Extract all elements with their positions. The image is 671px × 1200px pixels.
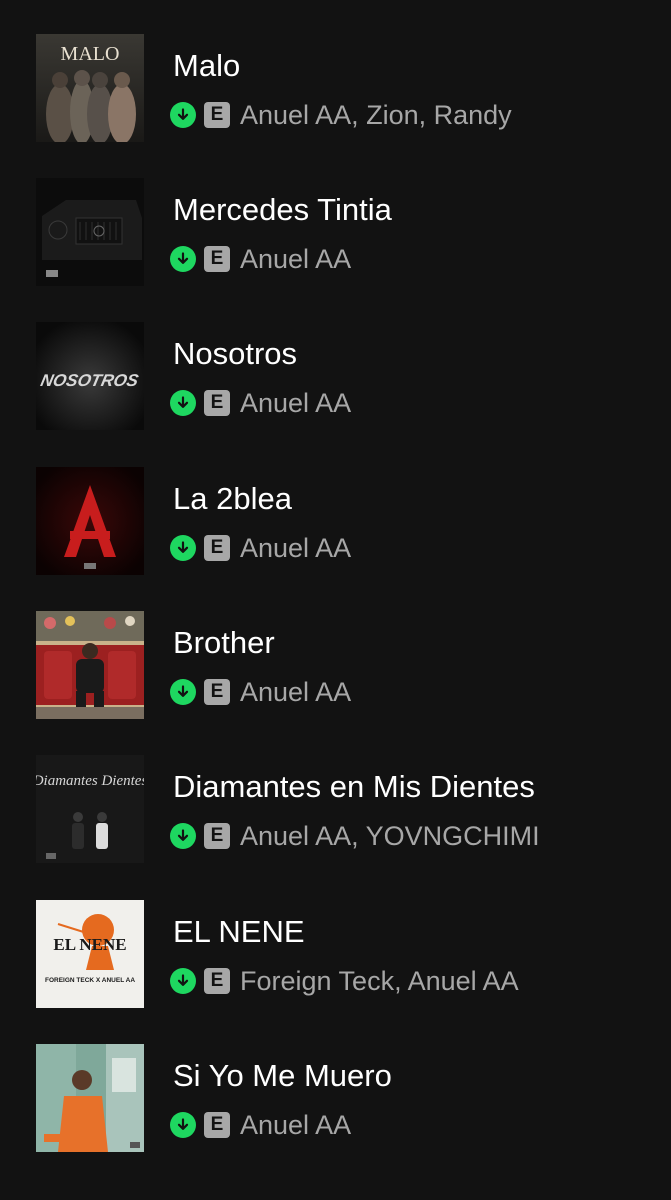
download-arrow-icon: [170, 679, 196, 705]
cover-subtitle: FOREIGN TECK X ANUEL AA: [45, 977, 135, 984]
download-arrow-icon: [170, 102, 196, 128]
track-meta: E Anuel AA: [170, 533, 351, 563]
album-cover: NOSOTROS: [36, 322, 144, 430]
track-meta: E Anuel AA: [170, 388, 351, 418]
cover-title: EL NENE: [53, 935, 126, 954]
track-meta: E Anuel AA: [170, 1110, 351, 1140]
track-title: Malo: [173, 48, 241, 83]
download-arrow-icon: [170, 390, 196, 416]
track-meta: E Anuel AA, Zion, Randy: [170, 100, 512, 130]
explicit-badge: E: [204, 390, 230, 416]
explicit-badge: E: [204, 968, 230, 994]
cover-title: NOSOTROS: [39, 370, 141, 390]
album-cover: MALO: [36, 34, 144, 142]
track-meta: E Anuel AA, YOVNGCHIMI: [170, 821, 540, 851]
download-arrow-icon: [170, 246, 196, 272]
download-arrow-icon: [170, 968, 196, 994]
track-artists: Foreign Teck, Anuel AA: [240, 966, 519, 996]
album-cover: [36, 611, 144, 719]
track-row[interactable]: NOSOTROS Nosotros E Anuel AA: [0, 322, 671, 466]
track-artists: Anuel AA, YOVNGCHIMI: [240, 821, 540, 851]
track-title: Mercedes Tintia: [173, 192, 392, 227]
track-artists: Anuel AA: [240, 1110, 352, 1140]
track-meta: E Anuel AA: [170, 677, 351, 707]
track-artists: Anuel AA: [240, 677, 352, 707]
download-arrow-icon: [170, 1112, 196, 1138]
track-title: Si Yo Me Muero: [173, 1058, 392, 1093]
explicit-badge: E: [204, 823, 230, 849]
track-artists: Anuel AA: [240, 244, 352, 274]
track-row[interactable]: Mercedes Tintia E Anuel AA: [0, 178, 671, 322]
track-list: MALO Malo E Anuel AA, Zion, Randy Merced…: [0, 0, 671, 1200]
track-artists: Anuel AA: [240, 533, 352, 563]
track-title: La 2blea: [173, 481, 292, 516]
track-row[interactable]: Diamantes Dientes Diamantes en Mis Dient…: [0, 755, 671, 899]
album-cover: Diamantes Dientes: [36, 755, 144, 863]
explicit-badge: E: [204, 1112, 230, 1138]
track-row[interactable]: Brother E Anuel AA: [0, 611, 671, 755]
track-title: Brother: [173, 625, 275, 660]
cover-title: Diamantes Dientes: [36, 773, 144, 789]
explicit-badge: E: [204, 246, 230, 272]
download-arrow-icon: [170, 535, 196, 561]
track-meta: E Anuel AA: [170, 244, 351, 274]
album-cover: EL NENE FOREIGN TECK X ANUEL AA: [36, 900, 144, 1008]
explicit-badge: E: [204, 102, 230, 128]
track-title: EL NENE: [173, 914, 305, 949]
explicit-badge: E: [204, 535, 230, 561]
track-row[interactable]: EL NENE FOREIGN TECK X ANUEL AA EL NENE …: [0, 900, 671, 1044]
album-cover: [36, 467, 144, 575]
track-artists: Anuel AA: [240, 388, 352, 418]
track-title: Diamantes en Mis Dientes: [173, 769, 535, 804]
track-meta: E Foreign Teck, Anuel AA: [170, 966, 519, 996]
track-artists: Anuel AA, Zion, Randy: [240, 100, 512, 130]
explicit-badge: E: [204, 679, 230, 705]
album-cover: [36, 1044, 144, 1152]
track-row[interactable]: MALO Malo E Anuel AA, Zion, Randy: [0, 34, 671, 178]
track-title: Nosotros: [173, 336, 298, 371]
cover-title: MALO: [61, 43, 120, 65]
download-arrow-icon: [170, 823, 196, 849]
album-cover: [36, 178, 144, 286]
track-row[interactable]: Si Yo Me Muero E Anuel AA: [0, 1044, 671, 1188]
track-row[interactable]: La 2blea E Anuel AA: [0, 467, 671, 611]
